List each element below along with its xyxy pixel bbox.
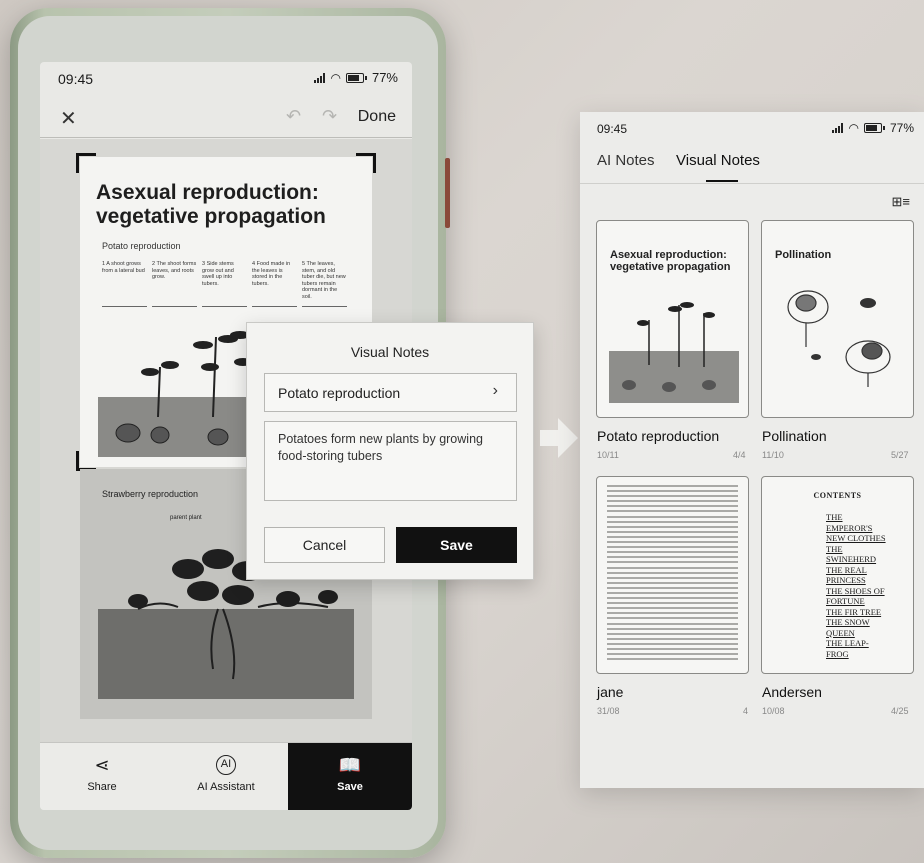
card-name[interactable]: Pollination [762,428,827,444]
status-time: 09:45 [58,71,94,87]
view-toggle-icon[interactable]: ⊞≡ [892,194,910,210]
battery-percent: 77% [371,70,398,85]
card-thumb-title: Pollination [775,249,832,261]
card-count: 5/27 [891,450,909,460]
battery-icon [863,123,885,133]
toc-item: EMPEROR'S [826,522,873,533]
done-button[interactable]: Done [358,108,396,126]
card-thumb-illustration [609,302,739,403]
share-button[interactable]: ⋖ Share [40,743,164,810]
card-date: 11/10 [762,450,784,460]
card-name[interactable]: jane [597,684,623,700]
card-date: 10/11 [597,450,619,460]
note-card[interactable]: Asexual reproduction: vegetative propaga… [596,220,749,418]
toc-item: THE [826,543,843,554]
toc-item: THE SHOES OF [826,585,885,596]
wifi-icon: ◠ [848,121,859,135]
signal-icon [832,123,844,133]
share-icon: ⋖ [94,755,110,775]
save-button[interactable]: Save [396,527,517,563]
toc-item: PRINCESS [826,575,866,585]
toc-item: NEW CLOTHES [826,533,886,543]
panel-status-bar: 09:45 ◠ 77% [580,112,924,146]
active-tab-indicator [706,180,738,182]
step-label: 1 A shoot grows from a lateral bud [102,261,147,307]
arrow-right-icon [540,418,578,458]
card-count: 4/25 [891,706,909,716]
page2-heading: Strawberry reproduction [102,489,199,499]
chevron-right-icon: › [492,382,498,399]
card-name[interactable]: Andersen [762,684,822,700]
undo-icon[interactable]: ↶ [286,106,301,127]
tab-visual-notes[interactable]: Visual Notes [676,152,760,169]
category-value: Potato reproduction [278,385,401,401]
document-subtitle: Potato reproduction [102,241,181,251]
ai-icon: AI [164,755,288,777]
card-date: 31/08 [597,706,620,716]
bottom-action-bar: ⋖ Share AI AI Assistant 📖 Save [40,742,412,810]
device-side-button [445,158,450,228]
document-title: Asexual reproduction: vegetative propaga… [96,181,326,228]
redo-icon[interactable]: ↷ [322,106,337,127]
category-select[interactable]: Potato reproduction › [264,373,517,412]
toc-heading: CONTENTS [813,491,862,500]
card-name[interactable]: Potato reproduction [597,428,719,444]
wifi-icon: ◠ [330,70,341,85]
card-thumb-illustration [787,290,891,387]
toc-item: THE SNOW [826,617,870,627]
save-to-notes-button[interactable]: 📖 Save [288,743,412,810]
book-icon: 📖 [338,755,362,775]
signal-icon [314,72,326,83]
note-card[interactable]: Pollination [761,220,914,418]
step-label: 2 The shoot forms leaves, and roots grow… [152,261,197,307]
tab-ai-notes[interactable]: AI Notes [597,152,655,169]
notes-panel: 09:45 ◠ 77% AI Notes Visual Notes ⊞≡ Ase… [580,112,924,788]
toc-item: SWINEHERD [826,554,877,564]
step-label: 5 The leaves, stem, and old tuber die, b… [302,261,347,307]
card-thumb-title: Asexual reproduction: vegetative propaga… [610,249,731,273]
toc-item: THE [826,512,843,522]
crop-handle[interactable] [76,451,96,471]
step-label: 3 Side stems grow out and swell up into … [202,261,247,307]
step-labels: 1 A shoot grows from a lateral bud 2 The… [102,261,347,307]
toc-item: FROG [826,648,849,659]
card-count: 4/4 [733,450,746,460]
ai-assistant-button[interactable]: AI AI Assistant [164,743,288,810]
battery-icon [345,72,367,83]
card-date: 10/08 [762,706,785,716]
status-bar: 09:45 ◠ 77% [40,62,412,96]
crop-handle[interactable] [356,153,376,173]
toc-item: FORTUNE [826,596,865,606]
parent-plant-label: parent plant [170,515,202,521]
note-card[interactable]: CONTENTS THE EMPEROR'S NEW CLOTHES THE S… [761,476,914,674]
step-label: 4 Food made in the leaves is stored in t… [252,261,297,307]
battery-percent: 77% [889,121,914,135]
edit-toolbar: ✕ ↶ ↷ Done [40,100,412,138]
card-count: 4 [743,706,749,716]
cancel-button[interactable]: Cancel [264,527,385,563]
dialog-title: Visual Notes [350,344,430,360]
note-textarea[interactable]: Potatoes form new plants by growing food… [264,421,517,501]
toc-item: THE LEAP- [826,638,869,648]
crop-handle[interactable] [76,153,96,173]
card-thumb-text [607,485,738,665]
visual-notes-dialog: Visual Notes Potato reproduction › Potat… [246,322,534,580]
note-card[interactable] [596,476,749,674]
card-thumb-toc: CONTENTS THE EMPEROR'S NEW CLOTHES THE S… [762,491,913,659]
toc-item: THE FIR TREE [826,606,882,617]
close-icon[interactable]: ✕ [60,106,77,131]
status-time: 09:45 [597,122,628,136]
toc-item: THE REAL [826,564,867,575]
notes-tabs: AI Notes Visual Notes [580,148,924,184]
toc-item: QUEEN [826,627,855,638]
